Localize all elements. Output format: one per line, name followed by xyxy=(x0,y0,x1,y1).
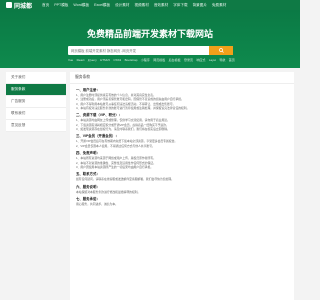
hot-keyword-link[interactable]: 小程序 xyxy=(141,58,150,62)
nav-item[interactable]: 视频素材 xyxy=(134,3,148,8)
logo-mark-icon xyxy=(6,2,12,8)
site-name: 同城都 xyxy=(14,3,33,10)
hot-keyword-link[interactable]: 后台模板 xyxy=(169,58,181,62)
hero-title: 免费精品前端开发素材下载网站 xyxy=(86,29,213,39)
section-text: 3、用户因使用本站资源所产生的一切后果均由用户自行承担。 xyxy=(76,164,154,169)
terms-section: 三、VIP会员（开通会员）： 1、开通VIP会员后可在有效期内免费下载本站全部资源… xyxy=(76,134,288,148)
top-bar: 同城都 首页 PPT模板 Word模板 Excel模板 设计素材 视频素材 音效… xyxy=(0,0,300,10)
section-text: 本站保留对本服务条款进行修改和最终解释的权利。 xyxy=(76,189,141,194)
terms-section: 四、免责声明： 1、本站所有资源均来源于网络或用户上传，版权归原作者所有。 2、本站… xyxy=(76,151,288,169)
nav-item[interactable]: 首页 xyxy=(42,3,49,8)
terms-section: 一、用户注册： 1、用户注册时须提供真实有效的个人信息，并对其真实性负责。 2、注册… xyxy=(76,88,288,110)
hot-keyword-link[interactable]: 导航 xyxy=(219,58,225,62)
search-icon xyxy=(218,48,224,53)
section-text: 3、如发现资源存在侵权行为，请及时联系我们，我们将在核实后立即删除。 xyxy=(76,126,170,131)
site-logo[interactable]: 同城都 xyxy=(6,1,32,10)
nav-item[interactable]: 设计素材 xyxy=(115,3,129,8)
section-text: 2、VIP会员仅限本人使用，不得通过任何方式与他人共享账号。 xyxy=(76,143,155,148)
search-box xyxy=(68,46,233,55)
nav-item[interactable]: 免费素材 xyxy=(212,3,226,8)
sidebar-item-ads[interactable]: 广告服务 xyxy=(6,96,66,108)
page-title: 服务条款 xyxy=(70,72,294,84)
section-text: 如有任何疑问，请联系在线客服或发送邮件至客服邮箱，我们会尽快为您处理。 xyxy=(76,177,174,182)
terms-section: 五、联系方式： 如有任何疑问，请联系在线客服或发送邮件至客服邮箱，我们会尽快为您处… xyxy=(76,172,288,181)
hot-keyword-link[interactable]: 登录页 xyxy=(184,58,193,62)
sidebar: 关于我们 服务条款 广告服务 联系我们 意见反馈 xyxy=(6,72,66,132)
section-text: 用心服务，共同进步，诚信为本。 xyxy=(76,202,118,207)
hot-keywords: Vue React jQuery HTML5 CSS3 Bootstrap 小程… xyxy=(68,58,238,62)
hot-keyword-link[interactable]: Layui xyxy=(209,58,216,62)
hot-keyword-link[interactable]: 网页模板 xyxy=(153,58,165,62)
hero-banner: 免费精品前端开发素材下载网站 Vue React jQuery HTML5 CS… xyxy=(0,10,300,68)
hot-keyword-link[interactable]: CSS3 xyxy=(113,58,121,62)
sidebar-item-feedback[interactable]: 意见反馈 xyxy=(6,120,66,132)
nav-item[interactable]: 音效素材 xyxy=(154,3,168,8)
terms-section: 二、资源下载（VIP、积分）： 1、本站资源均由网友上传或整理，仅供学习交流使用，… xyxy=(76,113,288,131)
top-nav: 首页 PPT模板 Word模板 Excel模板 设计素材 视频素材 音效素材 字… xyxy=(42,3,231,8)
search-input[interactable] xyxy=(68,46,209,55)
hot-keyword-link[interactable]: Bootstrap xyxy=(125,58,138,62)
hot-keyword-link[interactable]: jQuery xyxy=(88,58,97,62)
hot-keyword-link[interactable]: React xyxy=(77,58,85,62)
terms-content: 一、用户注册： 1、用户注册时须提供真实有效的个人信息，并对其真实性负责。 2、注册… xyxy=(70,84,294,207)
nav-item[interactable]: 背景图片 xyxy=(193,3,207,8)
sidebar-item-terms[interactable]: 服务条款 xyxy=(6,84,66,96)
main-panel: 服务条款 一、用户注册： 1、用户注册时须提供真实有效的个人信息，并对其真实性负责… xyxy=(70,72,294,300)
nav-item[interactable]: Word模板 xyxy=(73,3,89,8)
search-button[interactable] xyxy=(209,46,233,55)
nav-item[interactable]: Excel模板 xyxy=(94,3,110,8)
terms-section: 七、服务承诺： 用心服务，共同进步，诚信为本。 xyxy=(76,197,288,206)
hot-keyword-link[interactable]: 响应式 xyxy=(196,58,205,62)
nav-item[interactable]: PPT模板 xyxy=(54,3,68,8)
section-text: 4、本站有权对违反服务条款的账号进行暂停使用或注销处理，并保留追究法律责任的权利… xyxy=(76,105,190,110)
sidebar-item-contact[interactable]: 联系我们 xyxy=(6,108,66,120)
hot-keyword-link[interactable]: Vue xyxy=(68,58,73,62)
sidebar-item-about[interactable]: 关于我们 xyxy=(6,72,66,84)
hot-keyword-link[interactable]: 首页 xyxy=(229,58,235,62)
hot-keyword-link[interactable]: HTML5 xyxy=(100,58,110,62)
terms-section: 六、服务说明： 本站保留对本服务条款进行修改和最终解释的权利。 xyxy=(76,185,288,194)
nav-item[interactable]: 字体下载 xyxy=(173,3,187,8)
